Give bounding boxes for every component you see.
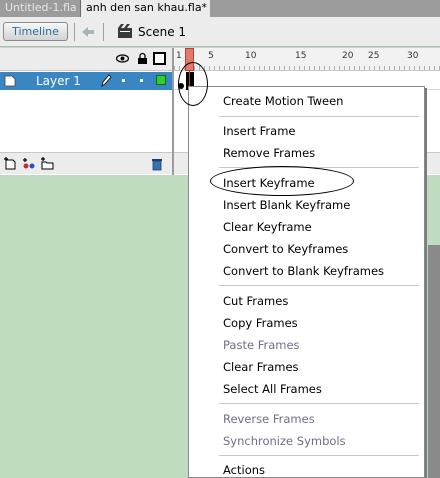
outline-color-swatch[interactable] — [156, 75, 166, 85]
frame-ruler[interactable]: 1 5 10 15 20 25 30 — [174, 48, 440, 71]
scene-icon — [118, 24, 132, 38]
back-arrow-icon[interactable] — [80, 24, 96, 40]
menu-synchronize-symbols[interactable]: Synchronize Symbols — [223, 431, 346, 451]
menu-select-all-frames[interactable]: Select All Frames — [223, 379, 322, 399]
menu-remove-frames[interactable]: Remove Frames — [223, 143, 315, 163]
ruler-tick: 10 — [245, 51, 257, 61]
menu-reverse-frames[interactable]: Reverse Frames — [223, 409, 315, 429]
layer-header — [0, 48, 172, 71]
layer-icon — [4, 75, 16, 87]
ruler-tick: 5 — [208, 51, 214, 61]
add-layer-icon[interactable] — [3, 157, 17, 171]
menu-separator — [219, 455, 419, 456]
menu-cut-frames[interactable]: Cut Frames — [223, 291, 288, 311]
menu-insert-frame[interactable]: Insert Frame — [223, 121, 295, 141]
lock-icon[interactable] — [136, 52, 149, 65]
trash-icon[interactable] — [150, 157, 164, 171]
ruler-tick: 20 — [342, 51, 354, 61]
scene-label[interactable]: Scene 1 — [138, 25, 186, 39]
ruler-tick: 15 — [295, 51, 307, 61]
ruler-tick: 1 — [176, 51, 182, 61]
outline-icon[interactable] — [153, 52, 166, 65]
menu-actions[interactable]: Actions — [223, 460, 265, 478]
ruler-tick: 25 — [368, 51, 380, 61]
menu-convert-to-blank-keyframes[interactable]: Convert to Blank Keyframes — [223, 261, 384, 281]
lock-dot[interactable] — [140, 79, 143, 82]
stage-scrollbar[interactable] — [428, 245, 440, 478]
tab-untitled[interactable]: Untitled-1.fla — [0, 0, 80, 17]
layer-row-layer-1[interactable]: Layer 1 — [0, 72, 172, 90]
menu-create-motion-tween[interactable]: Create Motion Tween — [223, 91, 343, 111]
menu-clear-frames[interactable]: Clear Frames — [223, 357, 299, 377]
menu-separator — [219, 285, 419, 286]
menu-insert-blank-keyframe[interactable]: Insert Blank Keyframe — [223, 195, 350, 215]
pencil-icon — [101, 74, 112, 87]
layer-tools — [0, 152, 172, 174]
context-menu: Create Motion Tween Insert Frame Remove … — [188, 86, 425, 478]
toolbar-divider — [74, 23, 75, 41]
menu-separator — [219, 403, 419, 404]
menu-convert-to-keyframes[interactable]: Convert to Keyframes — [223, 239, 348, 259]
timeline-button[interactable]: Timeline — [3, 22, 68, 41]
edit-bar: Timeline Scene 1 — [0, 17, 440, 47]
tab-anh-den-san-khau[interactable]: anh den san khau.fla* — [80, 0, 210, 17]
eye-icon[interactable] — [116, 52, 129, 65]
document-tabs: Untitled-1.fla anh den san khau.fla* — [0, 0, 440, 17]
layer-name[interactable]: Layer 1 — [36, 74, 81, 88]
add-folder-icon[interactable] — [40, 157, 54, 171]
ruler-tick: 30 — [407, 51, 419, 61]
menu-clear-keyframe[interactable]: Clear Keyframe — [223, 217, 312, 237]
visibility-dot[interactable] — [122, 79, 125, 82]
annotation-ellipse-insert-keyframe — [210, 166, 354, 196]
add-guide-icon[interactable] — [22, 157, 36, 171]
menu-separator — [219, 116, 419, 117]
menu-copy-frames[interactable]: Copy Frames — [223, 313, 298, 333]
annotation-ellipse-frame — [178, 62, 208, 106]
menu-paste-frames[interactable]: Paste Frames — [223, 335, 300, 355]
toolbar-divider — [103, 23, 104, 41]
